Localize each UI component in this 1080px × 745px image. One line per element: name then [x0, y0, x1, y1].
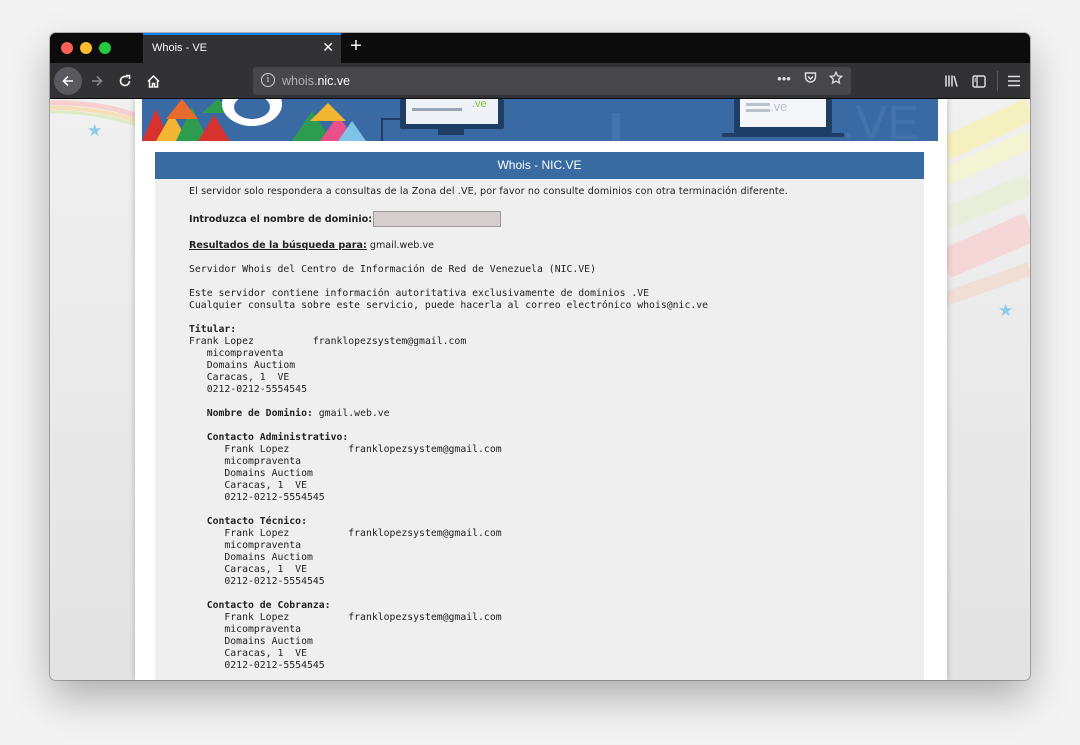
header-banner: .ve .ve .VE	[142, 99, 938, 141]
contact-email: franklopezsystem@gmail.com	[348, 528, 502, 539]
contact-email: franklopezsystem@gmail.com	[348, 444, 502, 455]
titular-line: 0212-0212-5554545	[206, 384, 307, 395]
whois-intro-line: Servidor Whois del Centro de Información…	[189, 264, 596, 275]
contact-line: 0212-0212-5554545	[224, 660, 325, 671]
forward-button[interactable]	[84, 68, 110, 94]
whois-record: Servidor Whois del Centro de Información…	[189, 264, 708, 672]
contact-line: Domains Auctiom	[224, 552, 313, 563]
hamburger-menu-icon	[1008, 75, 1020, 87]
maximize-window-button[interactable]	[99, 42, 111, 54]
contact-label: Contacto de Cobranza:	[206, 600, 331, 611]
contact-email: franklopezsystem@gmail.com	[348, 612, 502, 623]
contact-label: Contacto Administrativo:	[206, 432, 349, 443]
close-window-button[interactable]	[61, 42, 73, 54]
pocket-icon[interactable]	[801, 71, 819, 88]
rainbow-decoration-right	[945, 99, 1030, 306]
page-title: Whois - NIC.VE	[155, 152, 924, 179]
star-decoration-icon: ★	[87, 121, 103, 140]
contact-line: micompraventa	[224, 624, 302, 635]
library-icon	[944, 75, 958, 87]
page-viewport[interactable]: ★ ★ .ve .ve .VE Whois - NIC.VE El servid…	[50, 99, 1030, 680]
contact-line: Caracas, 1 VE	[224, 480, 307, 491]
titular-line: Caracas, 1 VE	[206, 372, 290, 383]
reload-icon	[119, 74, 131, 87]
contact-line: micompraventa	[224, 456, 302, 467]
background-right	[945, 99, 1030, 680]
back-arrow-icon	[62, 75, 73, 87]
browser-window: Whois - VE ✕ + i whois.nic.ve ••• ★ ★ .v…	[50, 33, 1030, 680]
contact-line: 0212-0212-5554545	[224, 576, 325, 587]
contact-line: Caracas, 1 VE	[224, 564, 307, 575]
svg-text:.ve: .ve	[770, 99, 787, 114]
minimize-window-button[interactable]	[80, 42, 92, 54]
svg-text:.VE: .VE	[842, 99, 919, 141]
library-button[interactable]	[939, 68, 963, 94]
banner-illustration: .ve .ve .VE	[142, 99, 938, 141]
url-prefix: whois.	[282, 74, 318, 88]
contact-name: Frank Lopez	[224, 444, 290, 455]
forward-arrow-icon	[92, 75, 103, 87]
bookmark-star-icon[interactable]	[827, 70, 845, 88]
svg-text:.ve: .ve	[472, 99, 487, 110]
domain-search-input[interactable]	[373, 211, 502, 227]
sidebar-button[interactable]	[967, 68, 991, 94]
star-decoration-icon: ★	[998, 301, 1014, 320]
url-actions: •••	[775, 70, 845, 88]
url-text[interactable]: whois.nic.ve	[282, 74, 350, 88]
domain-input-label: Introduzca el nombre de dominio:	[189, 213, 373, 225]
contact-label: Contacto Técnico:	[206, 516, 307, 527]
toolbar-separator	[997, 71, 998, 91]
domain-name-value: gmail.web.ve	[318, 408, 390, 419]
whois-intro-line: Este servidor contiene información autor…	[189, 288, 650, 299]
contact-line: micompraventa	[224, 540, 302, 551]
back-button[interactable]	[54, 67, 82, 95]
tab-close-icon[interactable]: ✕	[322, 40, 334, 54]
tab-title: Whois - VE	[152, 42, 208, 54]
nav-toolbar: i whois.nic.ve •••	[50, 63, 1030, 99]
contact-line: Domains Auctiom	[224, 468, 313, 479]
titular-line: micompraventa	[206, 348, 284, 359]
reload-button[interactable]	[112, 68, 138, 94]
domain-search-row: Introduzca el nombre de dominio:	[189, 211, 502, 227]
whois-intro-line: Cualquier consulta sobre este servicio, …	[189, 300, 709, 311]
domain-name-label: Nombre de Dominio:	[206, 408, 313, 419]
contact-line: 0212-0212-5554545	[224, 492, 325, 503]
tab-bar: Whois - VE ✕ +	[50, 33, 1030, 63]
notice-text: El servidor solo respondera a consultas …	[189, 186, 788, 197]
contact-line: Caracas, 1 VE	[224, 648, 307, 659]
url-domain: nic.ve	[317, 74, 351, 88]
home-icon	[146, 74, 160, 88]
new-tab-button[interactable]: +	[346, 36, 366, 56]
contact-name: Frank Lopez	[224, 528, 290, 539]
more-icon[interactable]: •••	[775, 71, 793, 88]
titular-label: Titular:	[189, 324, 237, 335]
titular-name: Frank Lopez	[189, 336, 254, 347]
contact-name: Frank Lopez	[224, 612, 290, 623]
results-label: Resultados de la búsqueda para:	[189, 240, 367, 251]
results-line: Resultados de la búsqueda para: gmail.we…	[189, 240, 434, 251]
tab-whois[interactable]: Whois - VE ✕	[143, 33, 341, 63]
page-container: .ve .ve .VE Whois - NIC.VE El servidor s…	[135, 99, 947, 680]
home-button[interactable]	[140, 68, 166, 94]
address-bar[interactable]: i whois.nic.ve •••	[253, 67, 851, 95]
menu-button[interactable]	[1002, 68, 1026, 94]
results-query: gmail.web.ve	[369, 240, 435, 251]
background-left: ★	[50, 99, 140, 680]
titular-email: franklopezsystem@gmail.com	[312, 336, 467, 347]
whois-content: Whois - NIC.VE El servidor solo responde…	[155, 152, 924, 680]
info-icon[interactable]: i	[261, 73, 275, 87]
sidebar-icon	[972, 74, 986, 88]
titular-line: Domains Auctiom	[206, 360, 296, 371]
contact-line: Domains Auctiom	[224, 636, 313, 647]
